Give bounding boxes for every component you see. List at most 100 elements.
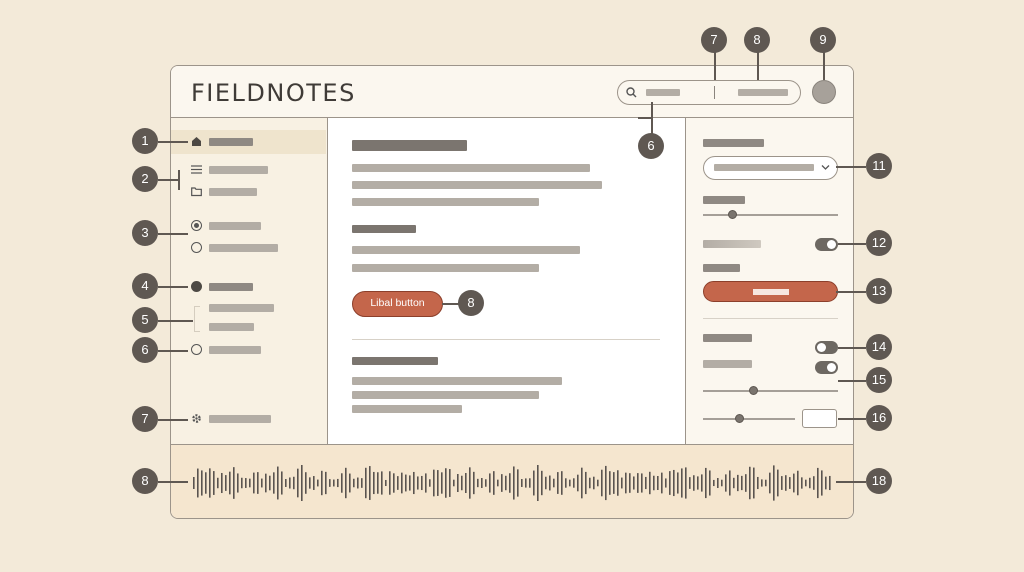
waveform-bar — [321, 470, 323, 496]
waveform-bar — [601, 469, 603, 497]
waveform-bar — [821, 470, 823, 496]
waveform-bar — [445, 468, 447, 498]
waveform-bar — [517, 469, 519, 497]
waveform-bar — [497, 479, 499, 487]
primary-button[interactable]: Libal button — [352, 291, 443, 317]
callout-badge: 8 — [458, 290, 484, 316]
callout-badge: 6 — [132, 337, 158, 363]
sidebar-radio-selected[interactable] — [171, 214, 326, 238]
radio-selected[interactable] — [191, 220, 202, 231]
waveform-bar — [597, 479, 599, 487]
dropdown-select[interactable] — [703, 156, 838, 180]
waveform-bar — [345, 467, 347, 499]
number-input[interactable] — [802, 409, 837, 428]
waveform-bar — [481, 478, 483, 488]
waveform-bar — [461, 475, 463, 491]
leader-line — [158, 419, 188, 421]
waveform-bar — [673, 469, 675, 497]
wide-action-button[interactable] — [703, 281, 838, 302]
gear-icon — [192, 414, 201, 423]
waveform-bar — [381, 471, 383, 495]
waveform-bar — [825, 476, 827, 490]
waveform-bar — [629, 473, 631, 493]
sidebar-sub-item[interactable] — [209, 304, 274, 312]
waveform-bar — [469, 467, 471, 499]
sidebar-item-settings[interactable] — [171, 407, 326, 431]
slider-track[interactable] — [703, 390, 838, 392]
waveform-bar — [473, 471, 475, 495]
waveform-bar — [289, 477, 291, 489]
sidebar-sub-bracket — [194, 306, 200, 332]
avatar[interactable] — [812, 80, 836, 104]
waveform-bar — [493, 471, 495, 495]
callout-badge: 7 — [132, 406, 158, 432]
dropdown-value — [714, 164, 814, 171]
text-line — [352, 198, 539, 206]
waveform-bar — [233, 467, 235, 499]
radio-unselected[interactable] — [191, 242, 202, 253]
waveform-bar — [501, 474, 503, 492]
leader-line — [158, 481, 188, 483]
waveform-bar — [341, 473, 343, 493]
waveform-bar — [393, 473, 395, 493]
slider-handle[interactable] — [749, 386, 758, 395]
waveform-bar — [605, 465, 607, 501]
waveform-bar — [621, 477, 623, 489]
waveform-bar — [241, 477, 243, 489]
sidebar-radio-item[interactable] — [171, 338, 326, 362]
sidebar-radio-unselected[interactable] — [171, 236, 326, 260]
waveform-bar — [757, 476, 759, 490]
radio-unselected[interactable] — [191, 344, 202, 355]
slider-handle[interactable] — [728, 210, 737, 219]
waveform-bar — [801, 477, 803, 489]
waveform-bar — [397, 476, 399, 490]
action-label — [703, 264, 740, 272]
waveform-bar — [545, 476, 547, 490]
leader-line — [178, 170, 180, 190]
callout-badge: 11 — [866, 153, 892, 179]
waveform-bar — [773, 465, 775, 501]
waveform-bar — [301, 465, 303, 501]
waveform-bar — [217, 477, 219, 489]
waveform-bar — [737, 474, 739, 492]
callout-badge: 16 — [866, 405, 892, 431]
slider-handle[interactable] — [735, 414, 744, 423]
sidebar-item-dot[interactable] — [171, 275, 326, 299]
sidebar-item-home[interactable] — [171, 130, 326, 154]
waveform-bar — [433, 469, 435, 497]
toggle-switch-on[interactable] — [815, 361, 838, 374]
waveform-bar — [521, 479, 523, 487]
leader-line — [823, 52, 825, 80]
waveform-bar — [781, 476, 783, 490]
toggle-switch-on[interactable] — [815, 238, 838, 251]
sidebar-item-label — [209, 138, 253, 146]
waveform-bar — [333, 479, 335, 487]
slider-track[interactable] — [703, 214, 838, 216]
slider-track[interactable] — [703, 418, 795, 420]
waveform-bar — [293, 476, 295, 490]
waveform-bar — [453, 479, 455, 487]
search-field[interactable] — [617, 80, 801, 105]
text-line — [352, 181, 602, 189]
waveform-bar — [337, 478, 339, 488]
waveform-bar — [701, 474, 703, 492]
waveform-bar — [665, 478, 667, 488]
waveform-bar — [205, 472, 207, 494]
waveform-bar — [273, 472, 275, 494]
waveform-bar — [277, 466, 279, 500]
waveform-bar — [537, 465, 539, 501]
toggle-switch-off[interactable] — [815, 341, 838, 354]
sidebar-item-folder[interactable] — [171, 180, 326, 204]
waveform-bar — [297, 468, 299, 498]
audio-waveform[interactable] — [171, 444, 853, 518]
sidebar-sub-item[interactable] — [209, 323, 254, 331]
sidebar-item-list[interactable] — [171, 158, 326, 182]
sidebar-item-label — [209, 283, 253, 291]
waveform-bar — [585, 471, 587, 495]
waveform-bar — [245, 478, 247, 488]
waveform-bar — [785, 475, 787, 491]
waveform-bar — [405, 474, 407, 492]
sidebar-item-label — [209, 346, 261, 354]
waveform-bar — [693, 475, 695, 491]
waveform-bar — [373, 471, 375, 495]
